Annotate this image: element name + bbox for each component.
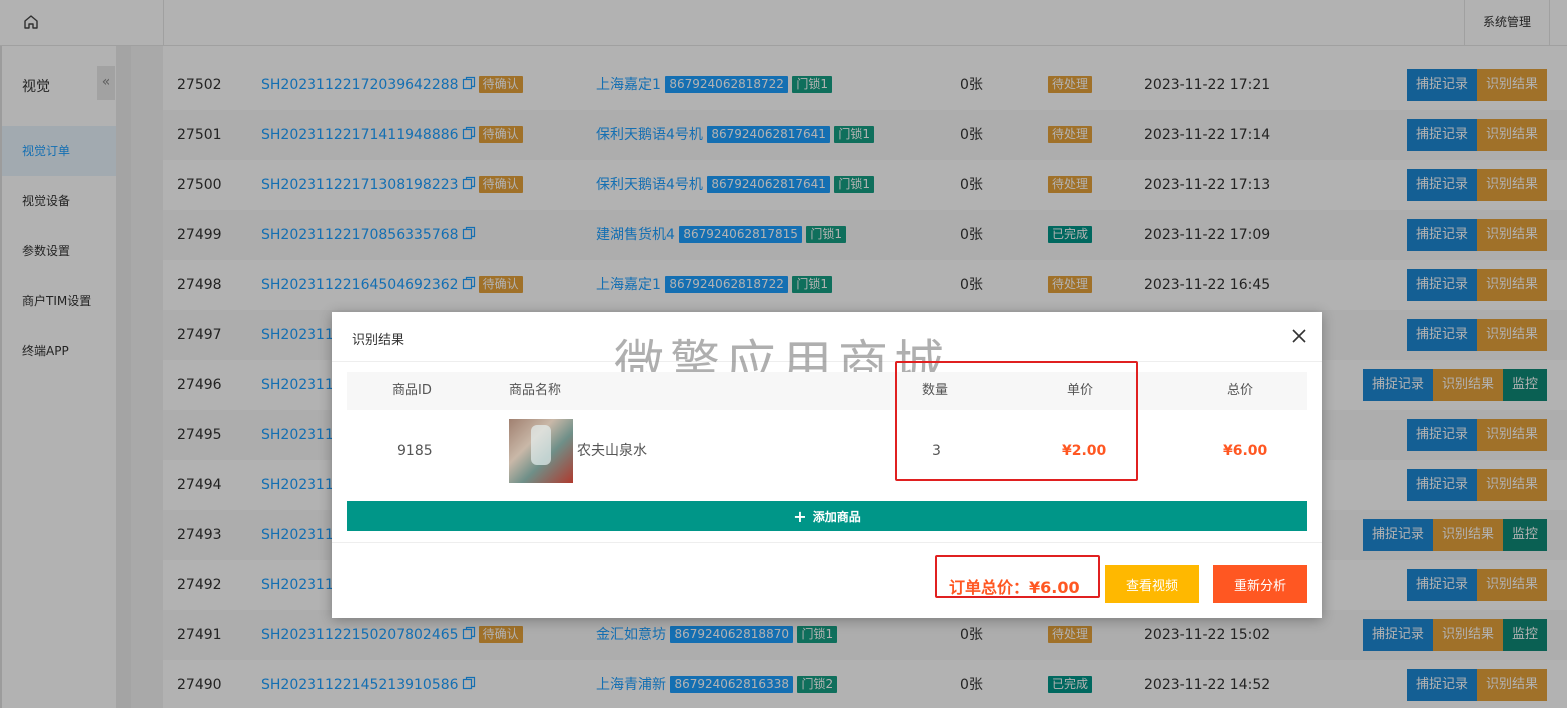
highlight-box-qty-price: [895, 361, 1138, 481]
add-goods-label: 添加商品: [812, 510, 861, 524]
close-icon[interactable]: [1292, 329, 1306, 343]
bottle-shape: [531, 425, 551, 465]
add-goods-button[interactable]: + 添加商品: [347, 501, 1307, 531]
goods-id: 9185: [397, 443, 433, 459]
goods-total-price: ¥6.00: [1223, 443, 1268, 459]
modal-footer-divider: [332, 542, 1322, 543]
highlight-box-order-total: [935, 555, 1100, 598]
view-video-button[interactable]: 查看视频: [1105, 565, 1199, 603]
plus-icon: +: [793, 507, 807, 526]
goods-name: 农夫山泉水: [577, 443, 647, 459]
recognition-result-modal: 识别结果 微擎应用商城 商品ID 商品名称 数量 单价 总价 9185 农夫山泉…: [332, 312, 1322, 618]
modal-title: 识别结果: [352, 333, 405, 348]
header-goods-name: 商品名称: [509, 383, 562, 398]
header-total-price: 总价: [1227, 383, 1254, 398]
goods-table-header: 商品ID 商品名称 数量 单价 总价: [347, 372, 1307, 410]
goods-thumbnail: [509, 419, 573, 483]
header-goods-id: 商品ID: [392, 383, 432, 398]
goods-row: 9185 农夫山泉水 3 ¥2.00 ¥6.00: [347, 410, 1307, 492]
reanalyze-button[interactable]: 重新分析: [1213, 565, 1307, 603]
